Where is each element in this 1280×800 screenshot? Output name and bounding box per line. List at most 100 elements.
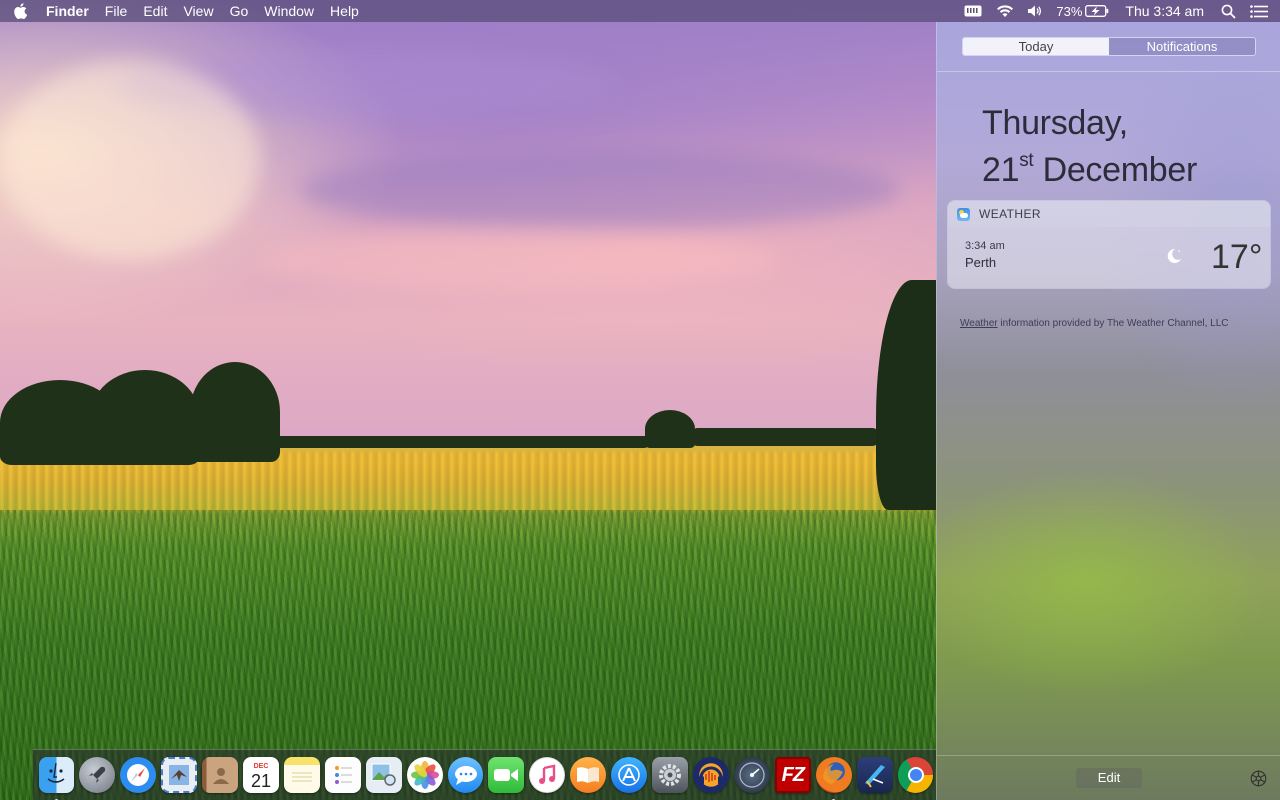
messages-icon[interactable] bbox=[447, 757, 484, 793]
video-camera-icon bbox=[494, 769, 519, 781]
date-suffix: st bbox=[1019, 150, 1034, 171]
menu-bar: Finder File Edit View Go Window Help 73%… bbox=[0, 0, 1280, 22]
filezilla-icon[interactable]: FZ bbox=[774, 757, 811, 793]
gear-icon bbox=[659, 764, 682, 786]
date-day-month: 21st December bbox=[982, 142, 1197, 189]
rocket-icon bbox=[89, 766, 106, 783]
wallpaper-cloud bbox=[300, 150, 900, 230]
music-note-icon bbox=[539, 764, 556, 784]
search-icon bbox=[1221, 4, 1236, 19]
flower-icon bbox=[410, 761, 439, 789]
keyboard-icon bbox=[964, 5, 982, 17]
menu-file[interactable]: File bbox=[97, 0, 136, 22]
battery-status[interactable]: 73% bbox=[1050, 0, 1113, 22]
app-store-a-icon bbox=[618, 764, 640, 786]
wallpaper-cloud bbox=[260, 230, 780, 290]
weather-time: 3:34 am bbox=[965, 240, 1005, 252]
calendar-day: 21 bbox=[250, 770, 272, 791]
headphones-icon bbox=[698, 766, 723, 785]
wifi-status[interactable] bbox=[989, 0, 1021, 22]
compass-icon bbox=[127, 764, 150, 786]
chrome-icon[interactable] bbox=[897, 757, 934, 793]
photo-loupe-icon bbox=[371, 763, 396, 786]
calendar-icon[interactable]: DEC 21 bbox=[243, 757, 279, 793]
xcode-icon[interactable] bbox=[856, 757, 893, 793]
weather-app-icon bbox=[957, 207, 970, 221]
audacity-icon[interactable] bbox=[693, 757, 729, 793]
facetime-icon[interactable] bbox=[488, 757, 525, 793]
edit-button[interactable]: Edit bbox=[1076, 768, 1142, 788]
wallpaper-trees bbox=[270, 436, 650, 448]
itunes-icon[interactable] bbox=[529, 757, 566, 793]
menu-app-finder[interactable]: Finder bbox=[40, 0, 97, 22]
wallpaper-cloud bbox=[0, 60, 260, 260]
lines-icon bbox=[291, 772, 312, 782]
notification-center-panel: Today Notifications Thursday, 21st Decem… bbox=[936, 22, 1280, 800]
keyboard-status[interactable] bbox=[957, 0, 989, 22]
hammer-pen-icon bbox=[864, 765, 885, 788]
weather-credit-text: information provided by The Weather Chan… bbox=[997, 318, 1229, 329]
volume-icon bbox=[1028, 5, 1042, 17]
tab-today[interactable]: Today bbox=[963, 38, 1109, 55]
tab-notifications[interactable]: Notifications bbox=[1109, 38, 1255, 55]
wallpaper-trees bbox=[690, 428, 880, 446]
apple-icon bbox=[14, 3, 27, 19]
weather-widget-body: 3:34 am Perth 17° bbox=[948, 227, 1270, 288]
volume-status[interactable] bbox=[1021, 0, 1050, 22]
reminders-icon[interactable] bbox=[324, 757, 361, 793]
fox-icon bbox=[822, 764, 843, 784]
checklist-icon bbox=[334, 766, 352, 784]
open-book-icon bbox=[577, 767, 600, 783]
firefox-icon[interactable] bbox=[815, 757, 852, 800]
disk-utility-icon[interactable] bbox=[733, 757, 770, 793]
battery-charging-icon bbox=[1085, 5, 1109, 17]
notes-icon[interactable] bbox=[283, 757, 320, 793]
divider bbox=[937, 71, 1280, 72]
photos-icon[interactable] bbox=[406, 757, 443, 793]
weather-widget-header: WEATHER bbox=[948, 201, 1270, 227]
menu-go[interactable]: Go bbox=[222, 0, 257, 22]
menu-edit[interactable]: Edit bbox=[135, 0, 175, 22]
app-store-icon[interactable] bbox=[611, 757, 648, 793]
spotlight-button[interactable] bbox=[1214, 0, 1243, 22]
menu-view[interactable]: View bbox=[175, 0, 221, 22]
battery-percent: 73% bbox=[1056, 3, 1083, 19]
weather-credit-link[interactable]: Weather bbox=[960, 318, 998, 329]
wifi-icon bbox=[997, 5, 1014, 17]
system-preferences-icon[interactable] bbox=[652, 757, 689, 793]
date-day: 21 bbox=[982, 151, 1020, 189]
chrome-center-icon bbox=[907, 767, 924, 783]
weather-city: Perth bbox=[965, 255, 997, 270]
ibooks-icon[interactable] bbox=[570, 757, 607, 793]
date-month: December bbox=[1042, 151, 1198, 189]
menu-bar-status-area: 73% Thu 3:34 am bbox=[957, 0, 1280, 22]
menu-window[interactable]: Window bbox=[256, 0, 322, 22]
calendar-month: DEC bbox=[253, 762, 269, 770]
divider bbox=[937, 755, 1280, 756]
safari-icon[interactable] bbox=[120, 757, 157, 793]
finder-icon[interactable] bbox=[38, 757, 75, 800]
weather-credit: Weather information provided by The Weat… bbox=[960, 318, 1229, 329]
date-weekday: Thursday, bbox=[982, 104, 1128, 142]
moon-icon bbox=[1167, 248, 1181, 263]
launchpad-icon[interactable] bbox=[79, 757, 116, 793]
preview-icon[interactable] bbox=[365, 757, 402, 793]
menu-help[interactable]: Help bbox=[322, 0, 367, 22]
gear-icon[interactable] bbox=[1250, 770, 1267, 787]
filezilla-label: FZ bbox=[781, 763, 805, 786]
weather-widget[interactable]: WEATHER 3:34 am Perth 17° bbox=[948, 201, 1270, 288]
mail-icon[interactable] bbox=[161, 757, 198, 793]
menu-bar-clock[interactable]: Thu 3:34 am bbox=[1113, 3, 1214, 19]
notification-center-button[interactable] bbox=[1243, 0, 1280, 22]
notification-center-tabs: Today Notifications bbox=[962, 37, 1256, 56]
speech-bubble-icon bbox=[454, 766, 477, 785]
person-icon bbox=[213, 768, 230, 784]
weather-temperature: 17° bbox=[1211, 238, 1263, 276]
wallpaper-trees bbox=[190, 362, 280, 462]
dial-icon bbox=[739, 762, 765, 788]
apple-menu[interactable] bbox=[0, 0, 40, 22]
eagle-stamp-icon bbox=[169, 765, 190, 785]
today-date: Thursday, 21st December bbox=[982, 104, 1197, 189]
wallpaper-trees bbox=[645, 410, 695, 448]
contacts-icon[interactable] bbox=[202, 757, 239, 793]
